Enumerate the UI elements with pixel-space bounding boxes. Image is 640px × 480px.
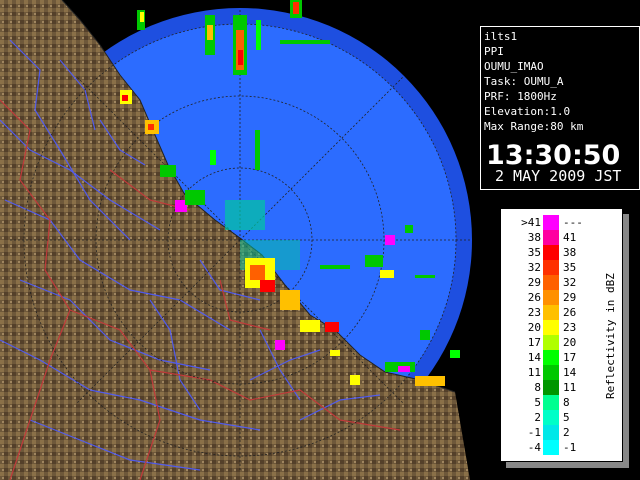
reflectivity-legend: >41 --- 38 41 35 38 32 35 29 32 26 29 23 26 20 23 17 20 14…	[500, 208, 623, 462]
legend-upper-bound: 26	[563, 306, 577, 319]
legend-color-swatch	[543, 215, 559, 230]
legend-upper-bound: 11	[563, 381, 577, 394]
legend-color-swatch	[543, 440, 559, 455]
legend-lower-bound: -1	[527, 426, 541, 439]
legend-lower-bound: 11	[527, 366, 541, 379]
legend-lower-bound: 35	[527, 246, 541, 259]
elevation-label: Elevation:1.0	[484, 105, 571, 118]
legend-upper-bound: 8	[563, 396, 570, 409]
legend-upper-bound: 14	[563, 366, 577, 379]
legend-color-swatch	[543, 320, 559, 335]
legend-title: Reflectivity in dBZ	[604, 273, 617, 399]
legend-lower-bound: 5	[534, 396, 541, 409]
legend-upper-bound: 35	[563, 261, 577, 274]
legend-color-swatch	[543, 305, 559, 320]
legend-color-swatch	[543, 410, 559, 425]
legend-color-swatch	[543, 365, 559, 380]
legend-color-swatch	[543, 425, 559, 440]
legend-color-swatch	[543, 350, 559, 365]
radar-info-panel: ilts1 PPI OUMU_IMAO Task: OUMU_A PRF: 18…	[480, 26, 640, 190]
legend-lower-bound: 8	[534, 381, 541, 394]
legend-color-swatch	[543, 335, 559, 350]
site-label: ilts1	[484, 30, 518, 43]
legend-row: >41 ---	[501, 215, 624, 230]
legend-lower-bound: -4	[527, 441, 541, 454]
legend-row: -1 2	[501, 425, 624, 440]
legend-upper-bound: ---	[563, 216, 583, 229]
observation-date: 2 MAY 2009 JST	[495, 167, 622, 185]
legend-row: 35 38	[501, 245, 624, 260]
station-label: OUMU_IMAO	[484, 60, 544, 73]
legend-upper-bound: 29	[563, 291, 577, 304]
legend-color-swatch	[543, 395, 559, 410]
legend-row: 38 41	[501, 230, 624, 245]
legend-upper-bound: -1	[563, 441, 577, 454]
legend-lower-bound: 26	[527, 291, 541, 304]
legend-color-swatch	[543, 275, 559, 290]
legend-lower-bound: 2	[534, 411, 541, 424]
legend-lower-bound: 17	[527, 336, 541, 349]
legend-color-swatch	[543, 245, 559, 260]
max-range-label: Max Range:80 km	[484, 120, 584, 133]
legend-title-container: Reflectivity in dBZ	[604, 273, 617, 399]
legend-color-swatch	[543, 380, 559, 395]
legend-color-swatch	[543, 290, 559, 305]
legend-lower-bound: 14	[527, 351, 541, 364]
legend-row: -4 -1	[501, 440, 624, 455]
legend-color-swatch	[543, 260, 559, 275]
legend-upper-bound: 32	[563, 276, 577, 289]
legend-lower-bound: 20	[527, 321, 541, 334]
legend-upper-bound: 41	[563, 231, 577, 244]
legend-upper-bound: 2	[563, 426, 570, 439]
legend-upper-bound: 5	[563, 411, 570, 424]
legend-lower-bound: 38	[527, 231, 541, 244]
legend-lower-bound: 23	[527, 306, 541, 319]
legend-lower-bound: 29	[527, 276, 541, 289]
prf-label: PRF: 1800Hz	[484, 90, 557, 103]
task-label: Task: OUMU_A	[484, 75, 564, 88]
legend-upper-bound: 38	[563, 246, 577, 259]
legend-lower-bound: 32	[527, 261, 541, 274]
legend-upper-bound: 20	[563, 336, 577, 349]
legend-row: 25	[501, 410, 624, 425]
legend-lower-bound: >41	[521, 216, 541, 229]
legend-color-swatch	[543, 230, 559, 245]
legend-upper-bound: 23	[563, 321, 577, 334]
product-label: PPI	[484, 45, 504, 58]
legend-upper-bound: 17	[563, 351, 577, 364]
